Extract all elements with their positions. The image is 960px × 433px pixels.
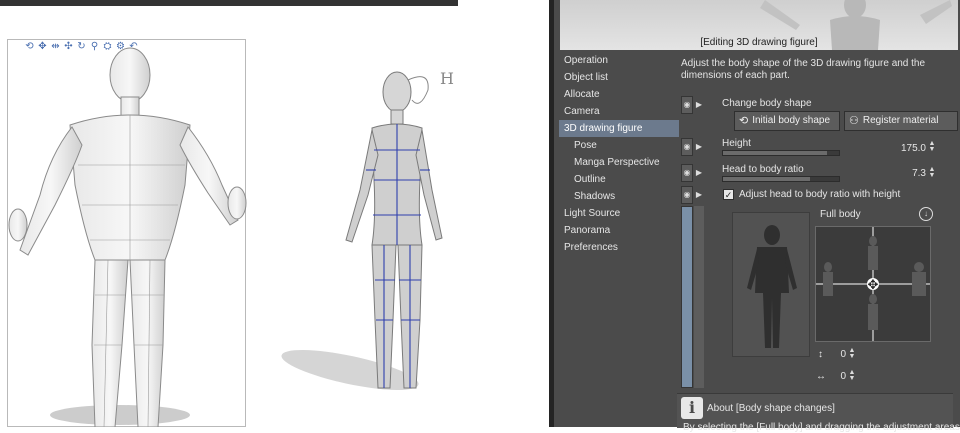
body-part-selector[interactable] [732,212,810,357]
move-cursor-icon: ✥ [867,277,879,292]
head-to-body-ratio-slider[interactable] [722,176,840,182]
adjust-ratio-checkbox[interactable]: ✓ [723,189,734,200]
head-to-body-ratio-label: Head to body ratio [722,164,804,175]
nav-item-3d-drawing-figure[interactable]: 3D drawing figure [559,120,679,137]
eye-icon[interactable]: ◉ [681,186,693,204]
expand-arrow-icon[interactable]: ▶ [694,138,704,156]
nav-item-panorama[interactable]: Panorama [559,222,679,239]
change-body-shape-label: Change body shape [722,98,812,109]
nav-item-allocate[interactable]: Allocate [559,86,679,103]
height-spinner-icon[interactable]: ▲ ▼ [928,140,936,153]
sub-tool-detail-panel: [Editing 3D drawing figure] Operation Ob… [549,0,960,427]
nav-item-operation[interactable]: Operation [559,52,679,69]
nav-item-pose[interactable]: Pose [559,137,679,154]
vertical-offset-value[interactable]: 0 [832,349,846,360]
nav-item-object-list[interactable]: Object list [559,69,679,86]
register-material-icon: ⚇ [849,115,859,127]
nav-item-light-source[interactable]: Light Source [559,205,679,222]
vertical-spinner-icon[interactable]: ▲ ▼ [848,347,856,360]
head-ratio-spinner-icon[interactable]: ▲ ▼ [928,166,936,179]
nav-item-manga-perspective[interactable]: Manga Perspective [559,154,679,171]
canvas-area[interactable]: ⟲ ✥ ⇹ ✣ ↻ ⚲ ⛭ ⚙ ↶ H [0,0,549,427]
help-about-section: i About [Body shape changes] By selectin… [677,393,960,433]
height-slider[interactable] [722,150,840,156]
category-list: Operation Object list Allocate Camera 3D… [559,52,679,256]
head-to-body-ratio-value[interactable]: 7.3 [874,168,926,179]
nav-item-camera[interactable]: Camera [559,103,679,120]
height-value[interactable]: 175.0 [874,143,926,154]
preview-area: [Editing 3D drawing figure] [560,0,958,50]
register-material-button[interactable]: ⚇ Register material [844,111,958,131]
expand-arrow-icon[interactable]: ▶ [694,186,704,204]
eye-icon[interactable]: ◉ [681,96,693,114]
expand-arrow-icon[interactable]: ▶ [694,96,704,114]
reset-circle-icon: ⟲ [739,115,749,127]
female-3d-figure[interactable]: H [280,70,470,400]
about-text: By selecting the [Full body] and draggin… [683,422,960,433]
eye-icon[interactable]: ◉ [681,138,693,156]
height-label: Height [722,138,751,149]
canvas-annotation-text: H [440,70,454,88]
preview-caption: [Editing 3D drawing figure] [700,37,818,48]
eye-icon[interactable]: ◉ [681,164,693,182]
panel-description: Adjust the body shape of the 3D drawing … [681,58,926,81]
horizontal-spinner-icon[interactable]: ▲ ▼ [848,369,856,382]
about-title: About [Body shape changes] [707,403,835,414]
nav-item-outline[interactable]: Outline [559,171,679,188]
initial-body-shape-button[interactable]: ⟲ Initial body shape [734,111,840,131]
male-3d-figure[interactable] [0,45,250,427]
section-rail [694,206,704,388]
expand-arrow-icon[interactable]: ▶ [694,164,704,182]
head-ratio-slider-fill [723,177,810,181]
nav-item-preferences[interactable]: Preferences [559,239,679,256]
nav-item-shadows[interactable]: Shadows [559,188,679,205]
info-icon: i [681,397,703,419]
vertical-arrow-icon: ↕ [818,349,823,360]
full-body-label: Full body [820,209,861,220]
height-slider-fill [723,151,828,155]
section-highlight-rail [681,206,693,388]
adjust-ratio-label: Adjust head to body ratio with height [739,189,901,200]
horizontal-offset-value[interactable]: 0 [832,371,846,382]
horizontal-arrow-icon: ↔ [816,371,826,382]
canvas-top-bar [0,0,458,6]
property-visibility-rail: ◉ ▶ ◉ ▶ ◉ ▶ ◉ ▶ [681,96,705,388]
body-silhouette [747,225,797,348]
full-body-target-icon[interactable]: ↓ [919,207,933,221]
